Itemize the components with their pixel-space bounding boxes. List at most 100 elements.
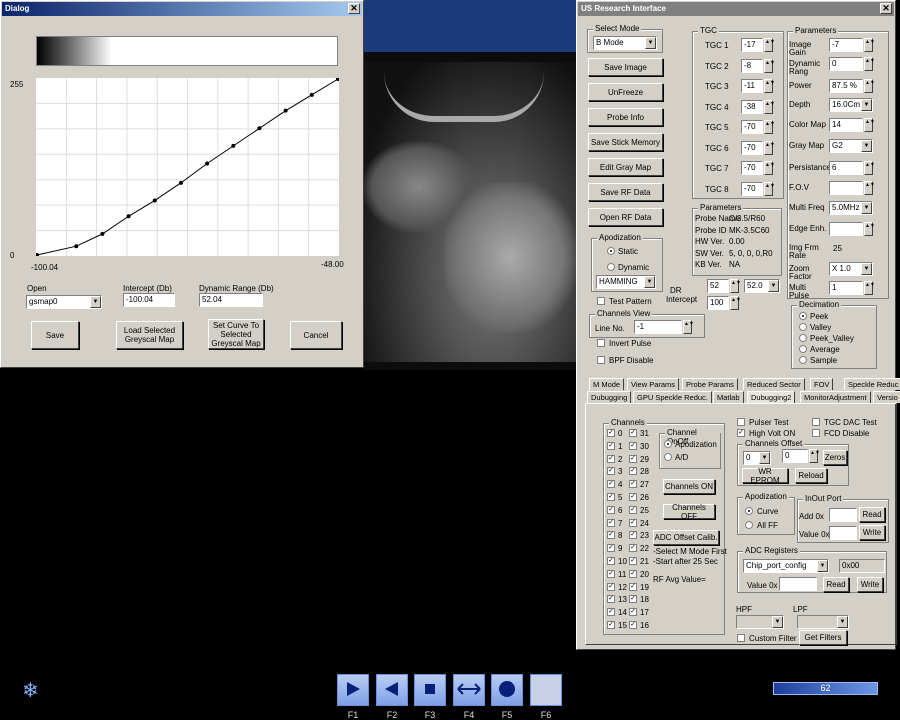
decimation-radio-2[interactable] [799,334,807,342]
channels-off-button[interactable]: Channels OFF [663,503,715,521]
channel-checkbox-right-14[interactable]: ✓ [629,608,637,617]
channel-checkbox-right-12[interactable]: ✓ [629,582,637,591]
channel-checkbox-right-15[interactable]: ✓ [629,621,637,629]
us-button-5[interactable]: Save RF Data [588,183,663,201]
tab-row1-0[interactable]: M Mode [589,378,625,390]
channel-checkbox-left-8[interactable]: ✓ [607,531,615,540]
channel-checkbox-left-13[interactable]: ✓ [607,595,615,604]
channel-checkbox-right-9[interactable]: ✓ [629,544,637,553]
param-input-12[interactable]: 1 [829,281,863,295]
fcd-disable-checkbox[interactable] [812,429,820,437]
param-input-0[interactable]: -7 [829,38,863,52]
intercept-spinner[interactable]: ▲▼ [730,296,741,310]
channel-checkbox-left-10[interactable]: ✓ [607,557,615,565]
us-button-2[interactable]: Probe Info [588,108,663,126]
param-select-3[interactable]: 16.0Cm ▼ [829,98,873,112]
hpf-select[interactable]: ▼ [736,615,784,629]
high-volt-checkbox[interactable]: ✓ [737,429,745,437]
channel-checkbox-right-1[interactable]: ✓ [629,441,637,450]
param-spinner-2[interactable]: ▲▼ [864,79,875,93]
param-input-1[interactable]: 0 [829,57,863,71]
channel-checkbox-left-6[interactable]: ✓ [607,505,615,514]
tgc-input-0[interactable]: -17 [741,38,763,52]
tgc-spinner-4[interactable]: ▲▼ [764,120,775,134]
tgc-input-6[interactable]: -70 [741,161,763,175]
channel-checkbox-left-1[interactable]: ✓ [607,441,615,450]
channel-checkbox-right-0[interactable]: ✓ [629,429,637,437]
curve-point-0[interactable] [36,253,39,256]
param-spinner-12[interactable]: ▲▼ [864,281,875,295]
channel-checkbox-left-11[interactable]: ✓ [607,569,615,578]
fkey-button-4[interactable] [453,674,485,706]
intercept-input[interactable]: -100.04 [123,293,175,307]
fkey-button-1[interactable] [337,674,369,706]
param-select-8[interactable]: 5.0MHz ▼ [829,201,873,215]
dr-spinner[interactable]: ▲▼ [730,279,741,293]
channel-checkbox-right-10[interactable]: ✓ [629,557,637,565]
tab-row2-4[interactable]: MonitorAdjustment [800,391,871,403]
us-close-button[interactable]: ✕ [880,3,892,14]
set-curve-button[interactable]: Set Curve To Selected Greyscal Map [208,319,264,349]
param-spinner-6[interactable]: ▲▼ [864,161,875,175]
line-no-spinner[interactable]: ▲▼ [683,320,694,334]
us-button-1[interactable]: UnFreeze [588,83,663,101]
curve-point-4[interactable] [152,198,157,203]
tab-row2-2[interactable]: Matlab [713,391,744,403]
freeze-snowflake-icon[interactable]: ❄ [22,678,39,703]
adc-register-select[interactable]: Chip_port_config ▼ [743,559,829,573]
curve-point-8[interactable] [257,126,262,131]
channel-checkbox-left-9[interactable]: ✓ [607,544,615,553]
offset-value-input[interactable]: 0 [782,449,808,463]
curve-point-2[interactable] [100,231,105,236]
fkey-button-6[interactable] [530,674,562,706]
zeros-button[interactable]: Zeros [823,450,847,465]
apodization-radio[interactable] [664,440,672,448]
us-button-3[interactable]: Save Stick Memory [588,133,663,151]
lpf-select[interactable]: ▼ [797,615,849,629]
tgc-spinner-5[interactable]: ▲▼ [764,140,775,155]
offset-spinner[interactable]: ▲▼ [809,449,820,463]
gray-curve-plot[interactable] [36,78,339,256]
offset-channel-select[interactable]: 0 ▼ [743,451,771,465]
tab-row2-0[interactable]: Dubugging [587,391,632,403]
channel-checkbox-left-15[interactable]: ✓ [607,621,615,629]
curve-point-1[interactable] [74,244,79,249]
tgc-spinner-7[interactable]: ▲▼ [764,181,775,196]
decimation-radio-4[interactable] [799,356,807,364]
param-spinner-0[interactable]: ▲▼ [864,38,875,52]
param-spinner-4[interactable]: ▲▼ [864,118,875,132]
tgc-input-2[interactable]: -11 [741,79,763,93]
dr-select[interactable]: 52.0 ▼ [744,279,780,293]
adc-value-input[interactable] [779,577,817,591]
param-input-6[interactable]: 6 [829,161,863,175]
channel-checkbox-left-5[interactable]: ✓ [607,493,615,501]
ad-radio[interactable] [664,453,672,461]
tab-row1-2[interactable]: Probe Params [682,378,738,390]
tgc-input-3[interactable]: -38 [741,99,763,114]
tgc-input-7[interactable]: -70 [741,181,763,196]
curve-point-9[interactable] [283,108,288,113]
tgc-spinner-3[interactable]: ▲▼ [764,99,775,114]
select-mode-dropdown[interactable]: B Mode ▼ [593,36,657,50]
us-button-0[interactable]: Save Image [588,58,663,76]
static-radio[interactable] [607,247,615,255]
curve-point-3[interactable] [126,214,131,219]
channel-checkbox-right-3[interactable]: ✓ [629,467,637,476]
all-ff-radio[interactable] [745,521,753,529]
tgc-input-5[interactable]: -70 [741,140,763,155]
curve-point-11[interactable] [336,78,339,81]
reload-button[interactable]: Reload [795,468,827,483]
decimation-radio-0[interactable] [799,312,807,320]
decimation-radio-3[interactable] [799,345,807,353]
channel-checkbox-left-3[interactable]: ✓ [607,467,615,476]
invert-pulse-checkbox[interactable] [597,339,605,347]
channel-checkbox-left-2[interactable]: ✓ [607,454,615,463]
fkey-button-5[interactable] [491,674,523,706]
open-select[interactable]: gsmap0 ▼ [26,295,102,309]
curve-radio[interactable] [745,507,753,515]
channel-checkbox-right-2[interactable]: ✓ [629,454,637,463]
window-select[interactable]: HAMMING ▼ [596,275,656,289]
decimation-radio-1[interactable] [799,323,807,331]
us-button-4[interactable]: Edit Gray Map [588,158,663,176]
tgc-dac-test-checkbox[interactable] [812,418,820,426]
